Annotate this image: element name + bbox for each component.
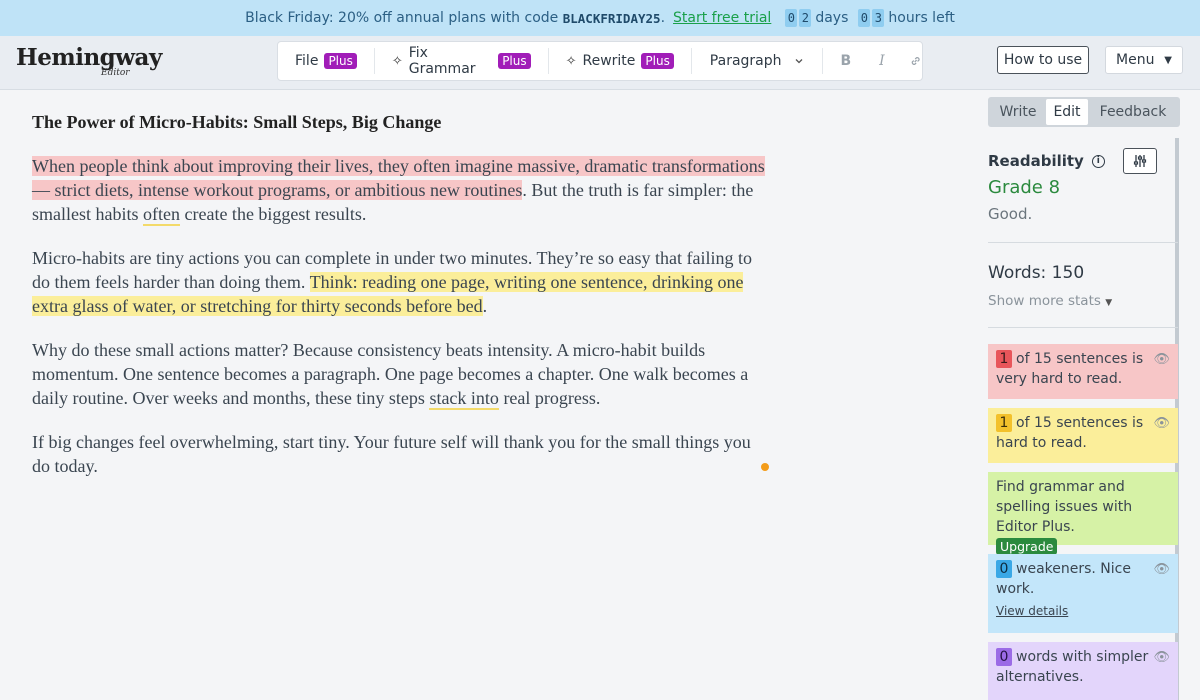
readability-settings-button[interactable] — [1123, 148, 1157, 174]
promo-code: BLACKFRIDAY25 — [562, 10, 661, 26]
view-details-link[interactable]: View details — [996, 601, 1068, 621]
weakeners-text: weakeners. Nice work. — [996, 561, 1131, 597]
info-icon[interactable]: i — [1091, 154, 1105, 168]
bold-button[interactable]: B — [822, 53, 869, 69]
text-span: Why do these small actions matter? Becau… — [32, 340, 749, 408]
app-header: Hemingway Editor File Plus ✧ Fix Grammar… — [0, 36, 1200, 90]
grammar-text: Find grammar and spelling issues with Ed… — [996, 479, 1133, 535]
sparkle-icon: ✧ — [391, 53, 403, 69]
readability-label: Readability — [988, 152, 1084, 170]
eye-icon[interactable]: 👁 — [1153, 560, 1170, 580]
text-span: . — [482, 296, 488, 316]
simpler-alternatives-card[interactable]: 0 words with simpler alternatives. 👁 — [988, 642, 1178, 700]
sliders-icon — [1133, 155, 1147, 167]
fix-grammar-button[interactable]: ✧ Fix Grammar Plus — [375, 41, 548, 81]
paragraph-dropdown[interactable]: Paragraph — [692, 41, 822, 81]
mode-switcher: Write Edit Feedback — [988, 97, 1180, 127]
simpler-count: 0 — [996, 648, 1012, 666]
document-title[interactable]: The Power of Micro-Habits: Small Steps, … — [32, 112, 772, 133]
divider — [988, 327, 1178, 328]
tab-feedback[interactable]: Feedback — [1088, 99, 1178, 125]
hard-count: 1 — [996, 414, 1012, 432]
editor-content[interactable]: The Power of Micro-Habits: Small Steps, … — [32, 112, 772, 498]
tab-edit[interactable]: Edit — [1046, 99, 1088, 125]
rewrite-button[interactable]: ✧ Rewrite Plus — [549, 41, 691, 81]
logo-subtitle: Editor — [101, 68, 130, 78]
logo[interactable]: Hemingway — [16, 44, 162, 71]
hours-label: hours left — [888, 10, 955, 26]
phrase-underline[interactable]: stack into — [429, 388, 499, 410]
sparkle-icon: ✧ — [565, 53, 577, 69]
eye-icon[interactable]: 👁 — [1153, 648, 1170, 668]
plus-badge: Plus — [498, 53, 531, 69]
sidebar: Write Edit Feedback — [988, 97, 1200, 127]
hours-digit-1: 0 — [858, 9, 871, 27]
fix-grammar-label: Fix Grammar — [408, 45, 476, 77]
italic-button[interactable]: I — [869, 53, 895, 69]
caret-down-icon: ▼ — [1164, 54, 1172, 66]
status-dot — [761, 463, 769, 471]
weakeners-card[interactable]: 0 weakeners. Nice work. View details 👁 — [988, 554, 1178, 633]
grade-level: Grade 8 — [988, 177, 1061, 198]
eye-icon[interactable]: 👁 — [1153, 414, 1170, 434]
simpler-text: words with simpler alternatives. — [996, 649, 1149, 685]
how-to-use-button[interactable]: How to use — [997, 46, 1089, 74]
word-count: Words: 150 — [988, 263, 1085, 283]
paragraph-3[interactable]: Why do these small actions matter? Becau… — [32, 338, 772, 410]
very-hard-sentences-card[interactable]: 1 of 15 sentences is very hard to read. 👁 — [988, 344, 1178, 399]
tab-write[interactable]: Write — [990, 99, 1046, 125]
adverb-underline[interactable]: often — [143, 204, 180, 226]
show-more-stats-toggle[interactable]: Show more stats ▼ — [988, 293, 1112, 309]
weakeners-count: 0 — [996, 560, 1012, 578]
hours-digit-2: 3 — [872, 9, 885, 27]
menu-label: Menu — [1116, 52, 1155, 68]
caret-down-icon: ▼ — [1105, 298, 1113, 308]
paragraph-1[interactable]: When people think about improving their … — [32, 154, 772, 226]
readability-heading: Readability i — [988, 152, 1105, 170]
days-digit-1: 0 — [785, 9, 798, 27]
plus-badge: Plus — [641, 53, 674, 69]
promo-period: . — [660, 10, 666, 26]
paragraph-4[interactable]: If big changes feel overwhelming, start … — [32, 430, 772, 478]
hard-text: of 15 sentences is hard to read. — [996, 415, 1144, 451]
chevron-down-icon — [795, 59, 802, 64]
paragraph-label: Paragraph — [709, 53, 782, 69]
editor-toolbar: File Plus ✧ Fix Grammar Plus ✧ Rewrite P… — [277, 41, 923, 81]
text-span: create the biggest results. — [179, 204, 367, 224]
very-hard-text: of 15 sentences is very hard to read. — [996, 351, 1144, 387]
show-more-label: Show more stats — [988, 293, 1101, 309]
grammar-upsell-card: Find grammar and spelling issues with Ed… — [988, 472, 1178, 555]
upgrade-button[interactable]: Upgrade — [996, 538, 1058, 555]
promo-banner: Black Friday: 20% off annual plans with … — [0, 0, 1200, 36]
file-button[interactable]: File Plus — [278, 41, 374, 81]
very-hard-count: 1 — [996, 350, 1012, 368]
promo-text: Black Friday: 20% off annual plans with … — [245, 10, 559, 26]
plus-badge: Plus — [324, 53, 357, 69]
eye-icon[interactable]: 👁 — [1153, 350, 1170, 370]
divider — [988, 242, 1178, 243]
link-icon[interactable] — [909, 54, 922, 68]
grade-note: Good. — [988, 205, 1033, 223]
hard-sentences-card[interactable]: 1 of 15 sentences is hard to read. 👁 — [988, 408, 1178, 463]
rewrite-label: Rewrite — [582, 53, 636, 69]
days-label: days — [815, 10, 849, 26]
start-trial-link[interactable]: Start free trial — [673, 10, 771, 26]
text-span: real progress. — [498, 388, 601, 408]
days-digit-2: 2 — [799, 9, 812, 27]
paragraph-2[interactable]: Micro-habits are tiny actions you can co… — [32, 246, 772, 318]
menu-dropdown[interactable]: Menu ▼ — [1105, 46, 1183, 74]
file-label: File — [295, 53, 319, 69]
